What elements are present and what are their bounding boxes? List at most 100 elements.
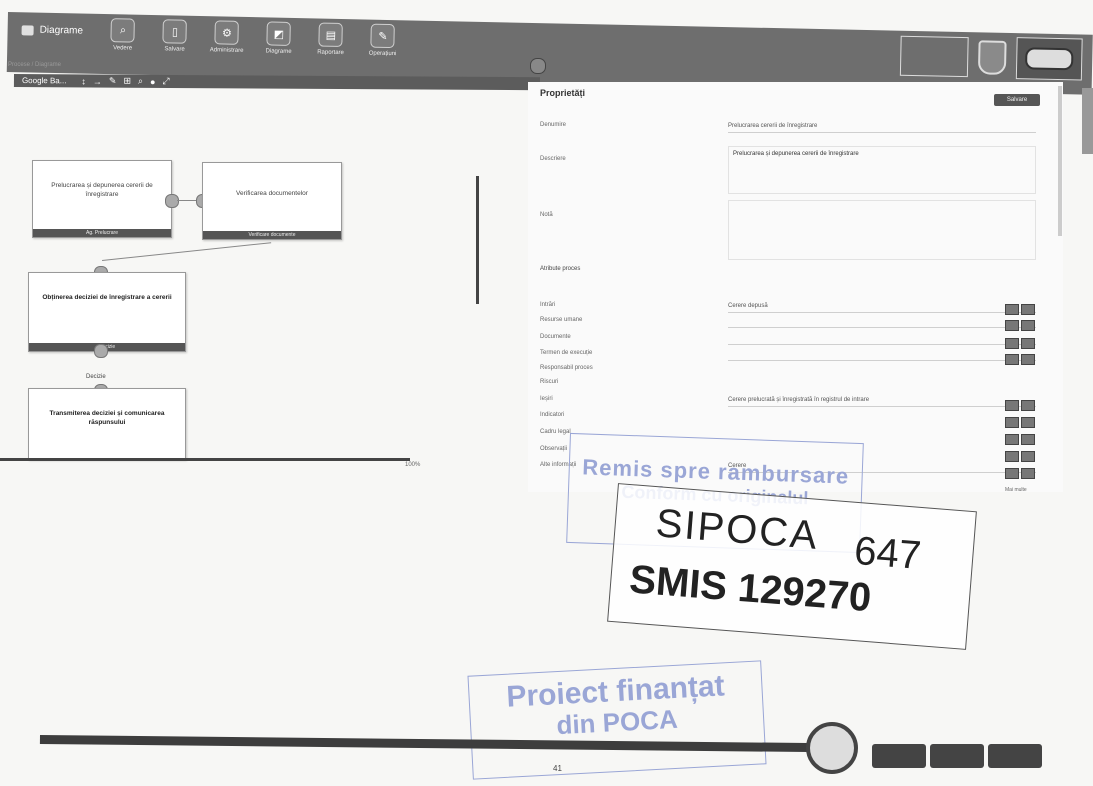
row-label: Cadru legal — [540, 429, 571, 435]
edit-icon[interactable]: ✎ — [109, 76, 117, 87]
remove-icon[interactable] — [1021, 304, 1035, 315]
remove-icon[interactable] — [1021, 320, 1035, 331]
canvas-vertical-scrollbar[interactable] — [476, 176, 479, 304]
row-field[interactable] — [728, 332, 1036, 345]
attributes-label: Atribute proces — [540, 266, 581, 272]
row-label: Resurse umane — [540, 317, 583, 323]
diagram-canvas[interactable]: Prelucrarea și depunerea cererii de înre… — [14, 90, 514, 465]
breadcrumb: Procese / Diagrame — [8, 62, 62, 68]
expand-icon[interactable]: ⤢ — [162, 76, 169, 87]
row-controls[interactable] — [1005, 434, 1035, 445]
note-label: Notă — [540, 212, 553, 218]
panel-resize-icon[interactable] — [530, 58, 546, 74]
properties-panel: Proprietăți Salvare Denumire Prelucrarea… — [528, 82, 1063, 493]
add-icon[interactable] — [1005, 304, 1019, 315]
connector-icon[interactable] — [94, 344, 108, 358]
add-icon[interactable] — [1005, 320, 1019, 331]
row-label: Documente — [540, 334, 571, 340]
pen-icon: ✎ — [370, 23, 396, 49]
gear-icon: ⚙ — [214, 20, 240, 45]
tool-label: Administrare — [209, 47, 244, 54]
diagram-icon: ◩ — [266, 21, 292, 46]
sipoca-label: SIPOCA — [654, 501, 821, 558]
row-controls[interactable] — [1005, 417, 1035, 428]
add-icon[interactable] — [1005, 400, 1019, 411]
remove-icon[interactable] — [1021, 354, 1035, 365]
search-icon: ⌕ — [110, 18, 136, 43]
row-field[interactable]: Cerere prelucrată și înregistrată în reg… — [728, 394, 1036, 407]
process-node[interactable]: Verificarea documentelor Verificare docu… — [202, 162, 342, 240]
file-icon: ▯ — [162, 19, 188, 44]
move-icon[interactable]: ↕ — [81, 76, 86, 86]
zoom-icon[interactable]: ⌕ — [138, 76, 143, 87]
tool-raportare[interactable]: ▤ Raportare — [305, 22, 358, 56]
chart-icon: ▤ — [318, 22, 344, 48]
name-label: Denumire — [540, 122, 567, 128]
funding-stamp: Proiect finanțat din POCA — [467, 660, 767, 780]
row-label: Ieșiri — [540, 396, 553, 402]
tool-diagrame[interactable]: ◩ Diagrame — [253, 21, 306, 55]
grid-icon[interactable]: ⊞ — [123, 76, 131, 87]
row-field[interactable] — [728, 315, 1036, 328]
process-node[interactable]: Transmiterea deciziei și comunicarea răs… — [28, 388, 186, 460]
app-logo-icon — [21, 24, 34, 36]
toggle-switch[interactable] — [1025, 47, 1074, 71]
row-controls[interactable] — [1005, 320, 1035, 331]
row-controls[interactable] — [1005, 400, 1035, 411]
add-icon[interactable] — [1005, 417, 1019, 428]
row-controls[interactable] — [1005, 304, 1035, 315]
edge-line — [102, 242, 272, 261]
row-controls[interactable] — [1005, 354, 1035, 365]
remove-icon[interactable] — [1021, 434, 1035, 445]
row-field[interactable]: Cerere depusă — [728, 300, 1036, 313]
node-footer: Ag. Prelucrare — [33, 229, 171, 237]
node-text: Obținerea deciziei de înregistrare a cer… — [42, 294, 172, 301]
top-right-area — [899, 35, 1083, 81]
remove-icon[interactable] — [1021, 468, 1035, 479]
description-field[interactable]: Prelucrarea și depunerea cererii de înre… — [728, 146, 1036, 194]
node-text: Verificarea documentelor — [236, 190, 308, 197]
add-icon[interactable] — [1005, 354, 1019, 365]
footer-block — [930, 744, 984, 768]
remove-icon[interactable] — [1021, 400, 1035, 411]
edge-label: Decizie — [86, 374, 106, 380]
canvas-horizontal-scrollbar[interactable] — [0, 458, 410, 461]
row-controls[interactable] — [1005, 468, 1035, 479]
footer-block — [872, 744, 926, 768]
row-label: Observații — [540, 446, 568, 452]
row-label: Termen de execuție — [540, 350, 593, 356]
remove-icon[interactable] — [1021, 417, 1035, 428]
node-text: Transmiterea deciziei și comunicarea răs… — [49, 410, 165, 426]
side-tab[interactable] — [1082, 88, 1093, 154]
smis-code: SMIS 129270 — [627, 557, 873, 621]
process-node[interactable]: Prelucrarea și depunerea cererii de înre… — [32, 160, 172, 238]
description-label: Descriere — [540, 156, 566, 162]
connector-icon[interactable] — [165, 194, 179, 208]
tool-vedere[interactable]: ⌕ Vedere — [97, 18, 150, 52]
tool-label: Vedere — [113, 45, 133, 52]
tool-operatiuni[interactable]: ✎ Operațiuni — [357, 23, 410, 57]
sipoca-number: 647 — [852, 528, 923, 579]
project-code-stamp: SIPOCA 647 SMIS 129270 — [607, 483, 977, 650]
tool-administrare[interactable]: ⚙ Administrare — [201, 20, 254, 54]
note-field[interactable] — [728, 200, 1036, 260]
tool-label: Operațiuni — [368, 50, 397, 58]
node-icon[interactable]: ● — [150, 76, 155, 86]
tool-salvare[interactable]: ▯ Salvare — [149, 19, 202, 53]
tool-label: Diagrame — [265, 48, 292, 55]
properties-scrollbar[interactable] — [1058, 86, 1062, 236]
more-link[interactable]: Mai multe — [1005, 487, 1027, 493]
app-title[interactable]: Diagrame — [21, 24, 84, 37]
add-icon[interactable] — [1005, 468, 1019, 479]
node-footer: Verificare documente — [203, 231, 341, 239]
save-button[interactable]: Salvare — [994, 94, 1040, 106]
row-label: Riscuri — [540, 379, 559, 385]
app-title-label: Diagrame — [39, 24, 84, 37]
arrow-icon[interactable]: → — [93, 76, 102, 86]
brand-logo — [899, 35, 969, 78]
name-field[interactable]: Prelucrarea cererii de înregistrare — [728, 120, 1036, 133]
add-icon[interactable] — [1005, 434, 1019, 445]
row-field[interactable] — [728, 348, 1036, 361]
user-toggle[interactable] — [1015, 37, 1083, 81]
process-node[interactable]: Obținerea deciziei de înregistrare a cer… — [28, 272, 186, 352]
